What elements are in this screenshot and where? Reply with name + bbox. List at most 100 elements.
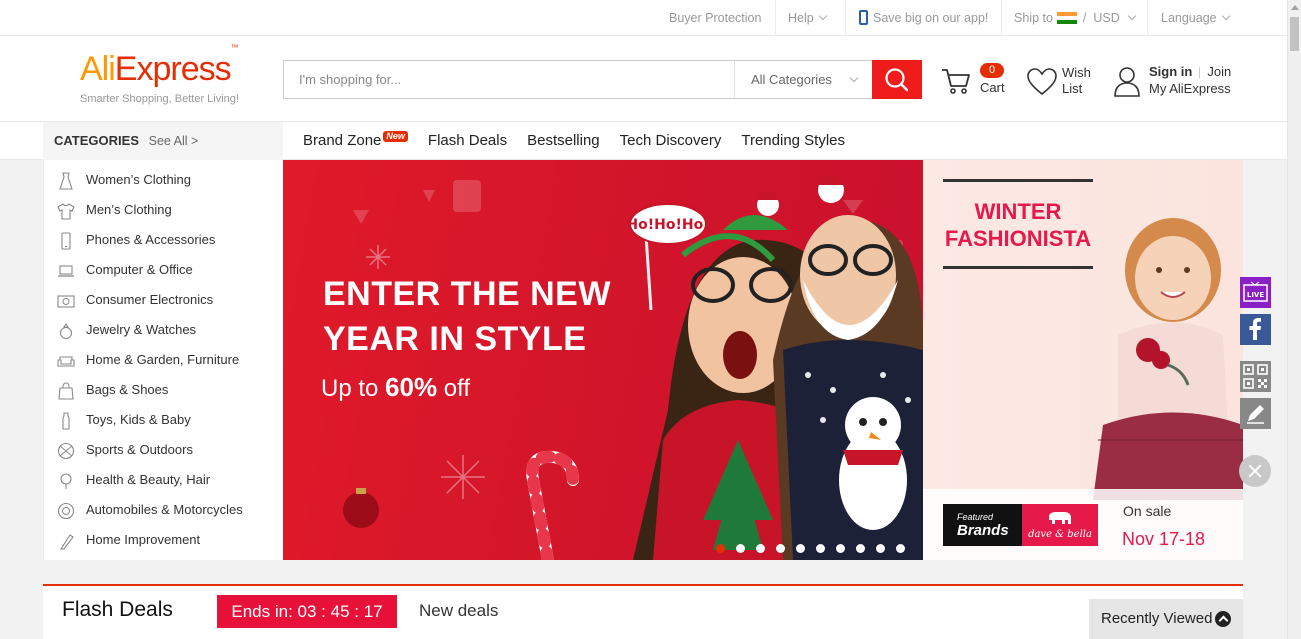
facebook-button[interactable] bbox=[1240, 314, 1271, 345]
recently-viewed-button[interactable]: Recently Viewed bbox=[1089, 599, 1243, 639]
category-item-computer-office[interactable]: Computer & Office bbox=[57, 255, 193, 285]
scroll-up-arrow-icon[interactable] bbox=[1291, 5, 1299, 10]
language-menu[interactable]: Language bbox=[1161, 0, 1230, 36]
carousel-dots bbox=[716, 540, 916, 553]
carousel-dot[interactable] bbox=[736, 544, 745, 553]
carousel-dot[interactable] bbox=[856, 544, 865, 553]
qr-code-button[interactable] bbox=[1240, 361, 1271, 392]
carousel-dot[interactable] bbox=[876, 544, 885, 553]
account-menu: Sign in Join My AliExpress bbox=[1113, 64, 1263, 104]
camera-icon bbox=[57, 291, 75, 309]
banner-subtitle: Up to 60% off bbox=[321, 372, 470, 403]
flash-deals-title: Flash Deals bbox=[62, 598, 173, 621]
chevron-down-icon bbox=[1127, 11, 1137, 21]
cart-button[interactable]: 0 Cart bbox=[940, 63, 1010, 100]
category-item-consumer-electronics[interactable]: Consumer Electronics bbox=[57, 285, 213, 315]
my-aliexpress-link[interactable]: My AliExpress bbox=[1149, 81, 1231, 96]
app-label: Save big on our app! bbox=[873, 11, 989, 25]
banner-headline-line-2: YEAR IN STYLE bbox=[323, 320, 587, 358]
phone-icon bbox=[859, 10, 868, 26]
wish-list-button[interactable]: Wish List bbox=[1026, 64, 1106, 104]
sale-date: Nov 17-18 bbox=[1122, 529, 1206, 549]
search-input[interactable] bbox=[284, 61, 724, 98]
help-menu[interactable]: Help bbox=[788, 0, 827, 36]
category-item-home-garden-furniture[interactable]: Home & Garden, Furniture bbox=[57, 345, 239, 375]
hero-banner[interactable]: Ho!Ho!Ho! ENTER THE NEW YEAR IN STYLE Up … bbox=[283, 160, 923, 560]
live-label: LIVE bbox=[1247, 291, 1264, 299]
category-item-womens-clothing[interactable]: Women’s Clothing bbox=[57, 165, 191, 195]
carousel-dot[interactable] bbox=[756, 544, 765, 553]
carousel-dot[interactable] bbox=[896, 544, 905, 553]
search-button[interactable] bbox=[872, 60, 922, 99]
category-label: Sports & Outdoors bbox=[86, 442, 193, 457]
cart-count-badge: 0 bbox=[980, 63, 1004, 78]
banner-discount: 60% bbox=[385, 372, 438, 402]
category-select[interactable]: All Categories bbox=[734, 61, 873, 98]
category-item-automobiles-motorcycles[interactable]: Automobiles & Motorcycles bbox=[57, 495, 243, 525]
nav-tech-discovery[interactable]: Tech Discovery bbox=[620, 132, 722, 149]
category-item-mens-clothing[interactable]: Men’s Clothing bbox=[57, 195, 172, 225]
tagline: Smarter Shopping, Better Living! bbox=[80, 93, 239, 105]
category-label: Jewelry & Watches bbox=[86, 322, 197, 337]
see-all-link[interactable]: See All > bbox=[149, 134, 199, 148]
bottle-icon bbox=[57, 411, 75, 430]
language-label: Language bbox=[1161, 11, 1217, 25]
new-deals-tab[interactable]: New deals bbox=[419, 601, 498, 621]
category-item-bags-shoes[interactable]: Bags & Shoes bbox=[57, 375, 168, 405]
divider bbox=[1147, 0, 1148, 36]
carousel-dot[interactable] bbox=[716, 544, 725, 553]
search-icon bbox=[885, 68, 909, 92]
divider bbox=[1199, 67, 1201, 79]
ship-to-menu[interactable]: Ship to / USD bbox=[1014, 0, 1137, 36]
categories-title: CATEGORIES bbox=[54, 133, 139, 148]
nav-trending-styles[interactable]: Trending Styles bbox=[741, 132, 845, 149]
banner-headline-line-1: ENTER THE NEW bbox=[323, 275, 611, 313]
banner-sub-suffix: off bbox=[443, 375, 471, 402]
new-badge: New bbox=[383, 131, 408, 142]
search-box: All Categories bbox=[283, 60, 873, 99]
carousel-dot[interactable] bbox=[836, 544, 845, 553]
user-icon bbox=[1114, 67, 1140, 97]
close-tools-button[interactable] bbox=[1239, 455, 1271, 487]
page-scrollbar[interactable] bbox=[1287, 0, 1301, 639]
dave-bella-logo: dave & bella bbox=[1022, 504, 1098, 546]
feedback-button[interactable] bbox=[1240, 398, 1271, 429]
category-item-jewelry-watches[interactable]: Jewelry & Watches bbox=[57, 315, 196, 345]
app-link[interactable]: Save big on our app! bbox=[859, 0, 988, 36]
top-bar: Buyer Protection Help Save big on our ap… bbox=[0, 0, 1287, 36]
live-button[interactable]: LIVE bbox=[1240, 277, 1271, 308]
aliexpress-logo[interactable]: AliExpress™ bbox=[80, 43, 239, 89]
category-label: Consumer Electronics bbox=[86, 292, 214, 307]
divider bbox=[1001, 0, 1002, 36]
banner-sub-prefix: Up to bbox=[321, 375, 379, 402]
category-item-health-beauty-hair[interactable]: Health & Beauty, Hair bbox=[57, 465, 210, 495]
banner-sign-text: Ho!Ho!Ho! bbox=[626, 217, 709, 233]
category-label: Home & Garden, Furniture bbox=[86, 352, 240, 367]
category-item-phones-accessories[interactable]: Phones & Accessories bbox=[57, 225, 215, 255]
divider bbox=[943, 179, 1093, 182]
laptop-icon bbox=[57, 261, 75, 279]
shirt-icon bbox=[57, 201, 75, 220]
bag-icon bbox=[57, 381, 75, 400]
join-link[interactable]: Join bbox=[1207, 64, 1231, 79]
featured-label: Featured bbox=[957, 512, 994, 522]
nav-bestselling[interactable]: Bestselling bbox=[527, 132, 600, 149]
category-item-sports-outdoors[interactable]: Sports & Outdoors bbox=[57, 435, 193, 465]
nav-flash-deals[interactable]: Flash Deals bbox=[428, 132, 507, 149]
category-item-home-improvement[interactable]: Home Improvement bbox=[57, 525, 200, 555]
main-nav: Brand Zone New Flash Deals Bestselling Tech … bbox=[303, 122, 865, 160]
category-label: Computer & Office bbox=[86, 262, 193, 277]
scroll-thumb[interactable] bbox=[1290, 17, 1299, 51]
sign-in-link[interactable]: Sign in bbox=[1149, 64, 1192, 79]
buyer-protection-link[interactable]: Buyer Protection bbox=[669, 0, 761, 36]
category-item-toys-kids-baby[interactable]: Toys, Kids & Baby bbox=[57, 405, 191, 435]
carousel-dot[interactable] bbox=[776, 544, 785, 553]
carousel-dot[interactable] bbox=[816, 544, 825, 553]
dress-icon bbox=[57, 171, 75, 190]
winter-fashionista-promo[interactable]: WINTER FASHIONISTA Featured Brands dave &… bbox=[923, 160, 1243, 560]
live-tv-icon: LIVE bbox=[1243, 281, 1268, 302]
category-label: Men’s Clothing bbox=[86, 202, 172, 217]
chevron-up-icon bbox=[1215, 611, 1231, 627]
nav-brand-zone[interactable]: Brand Zone bbox=[303, 132, 381, 149]
carousel-dot[interactable] bbox=[796, 544, 805, 553]
